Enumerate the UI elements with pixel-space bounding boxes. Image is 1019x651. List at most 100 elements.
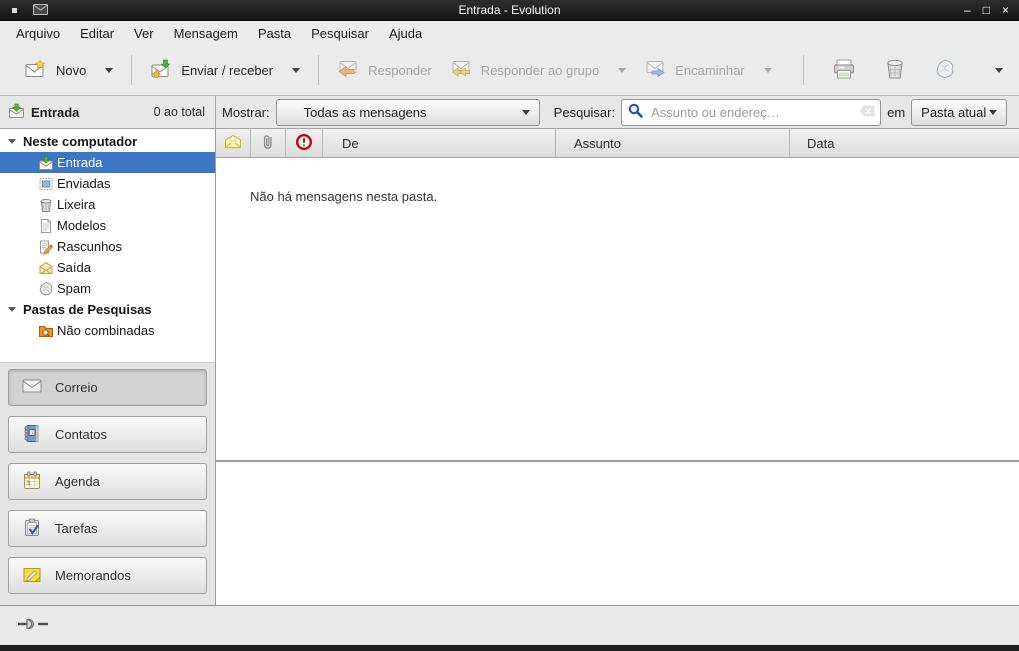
app-envelope-icon [33, 3, 48, 18]
folder-item-label: Spam [57, 281, 91, 296]
close-button[interactable]: × [1002, 0, 1009, 20]
switcher-mail-button[interactable]: Correio [8, 369, 207, 406]
toolbar-overflow-button[interactable] [989, 62, 1009, 79]
menu-editar[interactable]: Editar [70, 24, 124, 43]
forward-caret-icon [764, 68, 772, 73]
folder-item-label: Rascunhos [57, 239, 122, 254]
tree-group-search-folders[interactable]: Pastas de Pesquisas [0, 299, 215, 320]
minimize-button[interactable]: – [964, 0, 971, 20]
search-scope-combobox[interactable]: Pasta atual [911, 99, 1007, 126]
window-title: Entrada - Evolution [0, 3, 1019, 17]
message-list-header: De Assunto Data [216, 129, 1019, 158]
folder-item-label: Entrada [57, 155, 103, 170]
svg-text:@: @ [30, 429, 36, 436]
preview-pane [216, 462, 1019, 605]
switcher-contacts-button[interactable]: @ Contatos [8, 416, 207, 453]
show-filter-combobox[interactable]: Todas as mensagens [276, 99, 540, 126]
titlebar-left [12, 3, 48, 18]
overflow-caret-icon [995, 68, 1003, 73]
show-label: Mostrar: [222, 105, 270, 120]
column-label: De [342, 136, 359, 151]
online-status-button[interactable] [13, 612, 57, 639]
forward-button-label: Encaminhar [675, 63, 744, 78]
maximize-button[interactable]: □ [983, 0, 990, 20]
folder-item-label: Enviadas [57, 176, 110, 191]
trash-icon [38, 197, 54, 213]
menubar: Arquivo Editar Ver Mensagem Pasta Pesqui… [0, 21, 1019, 45]
menu-pesquisar[interactable]: Pesquisar [301, 24, 379, 43]
folder-item-lixeira[interactable]: Lixeira [0, 194, 215, 215]
column-label: Data [807, 136, 834, 151]
send-receive-button[interactable]: Enviar / receber [141, 52, 309, 89]
folder-item-rascunhos[interactable]: Rascunhos [0, 236, 215, 257]
folder-item-nao-combinadas[interactable]: Não combinadas [0, 320, 215, 341]
expander-icon[interactable] [8, 139, 16, 144]
switcher-memos-button[interactable]: Memorandos [8, 557, 207, 594]
reply-icon [337, 59, 359, 82]
send-receive-label: Enviar / receber [181, 63, 273, 78]
read-status-column-header[interactable] [216, 129, 251, 157]
junk-icon [934, 58, 956, 83]
contacts-icon: @ [22, 424, 42, 446]
new-mail-icon [25, 59, 47, 82]
templates-icon [38, 218, 54, 234]
content-area: Neste computador Entrada Enviadas [0, 129, 1019, 605]
subject-column-header[interactable]: Assunto [556, 129, 790, 157]
date-column-header[interactable]: Data [790, 129, 1019, 157]
expander-icon[interactable] [8, 307, 16, 312]
current-folder-name: Entrada [31, 105, 79, 120]
menu-arquivo[interactable]: Arquivo [6, 24, 70, 43]
from-column-header[interactable]: De [323, 129, 556, 157]
search-folder-icon [38, 323, 54, 339]
junk-icon [38, 281, 54, 297]
search-input[interactable] [649, 104, 854, 121]
send-receive-icon [150, 59, 172, 82]
folder-sidebar: Neste computador Entrada Enviadas [0, 129, 216, 605]
plug-icon [17, 616, 53, 635]
tasks-icon [22, 518, 42, 540]
print-button[interactable] [823, 51, 865, 90]
message-list[interactable]: Não há mensagens nesta pasta. [216, 158, 1019, 460]
filter-controls: Mostrar: Todas as mensagens Pesquisar: e… [216, 96, 1019, 128]
folder-item-enviadas[interactable]: Enviadas [0, 173, 215, 194]
toolbar-separator [131, 55, 132, 85]
attachment-icon [260, 133, 276, 154]
view-switcher: Correio @ Contatos 3 Agenda [0, 362, 215, 605]
reply-all-button[interactable]: Responder ao grupo [441, 52, 636, 89]
forward-button[interactable]: Encaminhar [635, 52, 780, 89]
reply-all-button-label: Responder ao grupo [481, 63, 600, 78]
clear-search-icon[interactable] [859, 104, 875, 121]
priority-column-header[interactable] [286, 129, 323, 157]
folder-item-saida[interactable]: Saída [0, 257, 215, 278]
new-button[interactable]: Novo [16, 52, 122, 89]
menu-ver[interactable]: Ver [124, 24, 164, 43]
trash-icon [884, 58, 906, 83]
folder-item-modelos[interactable]: Modelos [0, 215, 215, 236]
switcher-calendar-button[interactable]: 3 Agenda [8, 463, 207, 500]
junk-button[interactable] [925, 51, 965, 90]
forward-icon [644, 59, 666, 82]
search-icon[interactable] [627, 102, 644, 122]
tree-group-label: Neste computador [23, 134, 137, 149]
folder-item-spam[interactable]: Spam [0, 278, 215, 299]
message-area: De Assunto Data Não há mensagens nesta p… [216, 129, 1019, 605]
switcher-label: Agenda [55, 474, 100, 489]
reply-button[interactable]: Responder [328, 52, 441, 89]
switcher-tasks-button[interactable]: Tarefas [8, 510, 207, 547]
svg-text:3: 3 [26, 479, 30, 487]
tree-group-this-computer[interactable]: Neste computador [0, 131, 215, 152]
menu-ajuda[interactable]: Ajuda [379, 24, 432, 43]
search-entry [621, 99, 881, 126]
folder-item-entrada[interactable]: Entrada [0, 152, 215, 173]
outbox-icon [38, 260, 54, 276]
trash-button[interactable] [875, 51, 915, 90]
tree-group-label: Pastas de Pesquisas [23, 302, 152, 317]
bottom-strip [0, 645, 1019, 651]
search-scope-value: Pasta atual [921, 105, 986, 120]
folder-item-label: Modelos [57, 218, 106, 233]
read-status-icon [224, 134, 242, 152]
menu-mensagem[interactable]: Mensagem [164, 24, 248, 43]
menu-pasta[interactable]: Pasta [248, 24, 301, 43]
switcher-label: Tarefas [55, 521, 98, 536]
attachment-column-header[interactable] [251, 129, 286, 157]
